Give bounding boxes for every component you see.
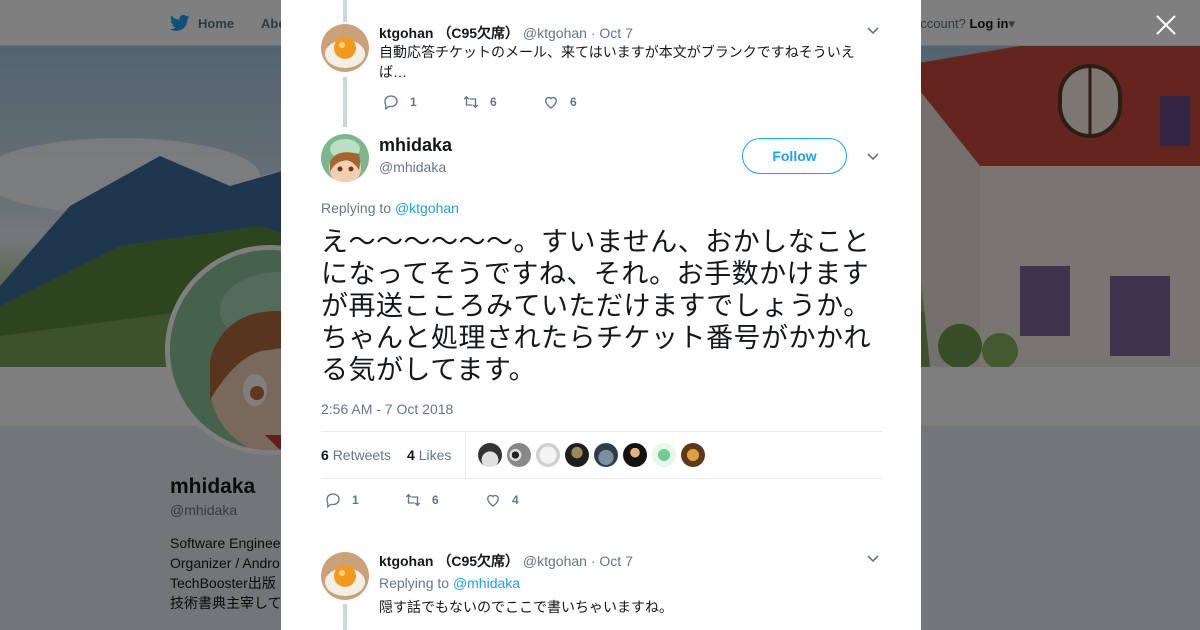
tweet-actions: 1 6 4 xyxy=(324,491,564,509)
avatar[interactable] xyxy=(321,24,369,72)
thread-connector xyxy=(343,77,347,127)
retweet-button[interactable]: 6 xyxy=(462,93,542,111)
avatar[interactable] xyxy=(321,134,369,182)
tweet-fullname[interactable]: mhidaka xyxy=(379,135,452,156)
replying-prefix: Replying to xyxy=(321,200,392,216)
retweet-button[interactable]: 6 xyxy=(404,491,484,509)
like-button[interactable]: 4 xyxy=(484,491,564,509)
reply-icon xyxy=(384,95,398,111)
tweet-fullname[interactable]: ktgohan （C95欠席） xyxy=(379,553,519,569)
retweet-label: Retweets xyxy=(332,447,392,463)
avatar[interactable] xyxy=(321,552,369,600)
tweet-header: ktgohan （C95欠席） @ktgohan · Oct 7 xyxy=(379,551,633,571)
chevron-down-icon[interactable] xyxy=(866,24,880,38)
reply-button[interactable]: 1 xyxy=(382,93,462,111)
reply-count: 1 xyxy=(410,95,417,109)
reply-button[interactable]: 1 xyxy=(324,491,404,509)
tweet-timestamp[interactable]: 2:56 AM - 7 Oct 2018 xyxy=(321,401,453,417)
retweet-count: 6 xyxy=(432,493,439,507)
close-modal-button[interactable] xyxy=(1153,12,1179,38)
tweet-handle[interactable]: @ktgohan xyxy=(523,25,587,41)
liker-avatar[interactable] xyxy=(623,443,648,467)
liker-avatar[interactable] xyxy=(594,443,619,467)
tweet-handle[interactable]: @mhidaka xyxy=(379,159,446,175)
tweet-date[interactable]: · Oct 7 xyxy=(591,25,633,41)
like-label: Likes xyxy=(418,447,452,463)
tweet-actions: 1 6 6 xyxy=(382,93,622,111)
replying-to: Replying to @mhidaka xyxy=(379,573,520,593)
mention-link[interactable]: @mhidaka xyxy=(453,575,520,591)
retweet-count: 6 xyxy=(490,95,497,109)
chevron-down-icon[interactable] xyxy=(866,552,880,566)
thread-connector xyxy=(343,604,347,630)
like-stat[interactable]: 4 Likes xyxy=(407,447,451,463)
tweet-handle[interactable]: @ktgohan xyxy=(523,553,587,569)
liker-avatar[interactable] xyxy=(536,443,561,467)
like-button[interactable]: 6 xyxy=(542,93,622,111)
like-count: 6 xyxy=(570,95,577,109)
chevron-down-icon[interactable] xyxy=(866,150,880,164)
tweet-date[interactable]: · Oct 7 xyxy=(591,553,633,569)
liker-avatar[interactable] xyxy=(681,443,706,467)
retweet-stat[interactable]: 6 Retweets xyxy=(321,447,391,463)
tweet-permalink-modal: ktgohan （C95欠席） @ktgohan · Oct 7 自動応答チケッ… xyxy=(281,0,921,630)
liker-avatars xyxy=(478,443,706,467)
heart-icon xyxy=(487,494,499,507)
liker-avatar[interactable] xyxy=(652,443,677,467)
retweet-icon xyxy=(405,493,421,507)
tweet-text: え～～～～～～。すいません、おかしなことになってそうですね、それ。お手数かけます… xyxy=(321,227,871,385)
follow-button[interactable]: Follow xyxy=(742,138,847,174)
retweet-total: 6 xyxy=(321,447,329,463)
like-total: 4 xyxy=(407,447,415,463)
tweet-stats: 6 Retweets 4 Likes xyxy=(321,431,882,479)
thread-connector xyxy=(343,0,347,22)
tweet-text: 自動応答チケットのメール、来てはいますが本文がブランクですねそういえば… xyxy=(379,44,855,80)
mention-link[interactable]: @ktgohan xyxy=(395,200,459,216)
liker-avatar[interactable] xyxy=(507,443,532,467)
reply-icon xyxy=(326,493,340,509)
replying-prefix: Replying to xyxy=(379,575,450,591)
tweet-fullname[interactable]: ktgohan （C95欠席） xyxy=(379,25,519,41)
divider xyxy=(465,432,467,478)
reply-count: 1 xyxy=(352,493,359,507)
tweet-header: ktgohan （C95欠席） @ktgohan · Oct 7 xyxy=(379,23,633,43)
retweet-icon xyxy=(463,95,479,109)
tweet-text: 隠す話でもないのでここで書いちゃいますね。 xyxy=(379,599,673,615)
like-count: 4 xyxy=(512,493,519,507)
liker-avatar[interactable] xyxy=(565,443,590,467)
liker-avatar[interactable] xyxy=(478,443,503,467)
heart-icon xyxy=(545,96,557,109)
replying-to: Replying to @ktgohan xyxy=(321,200,459,216)
